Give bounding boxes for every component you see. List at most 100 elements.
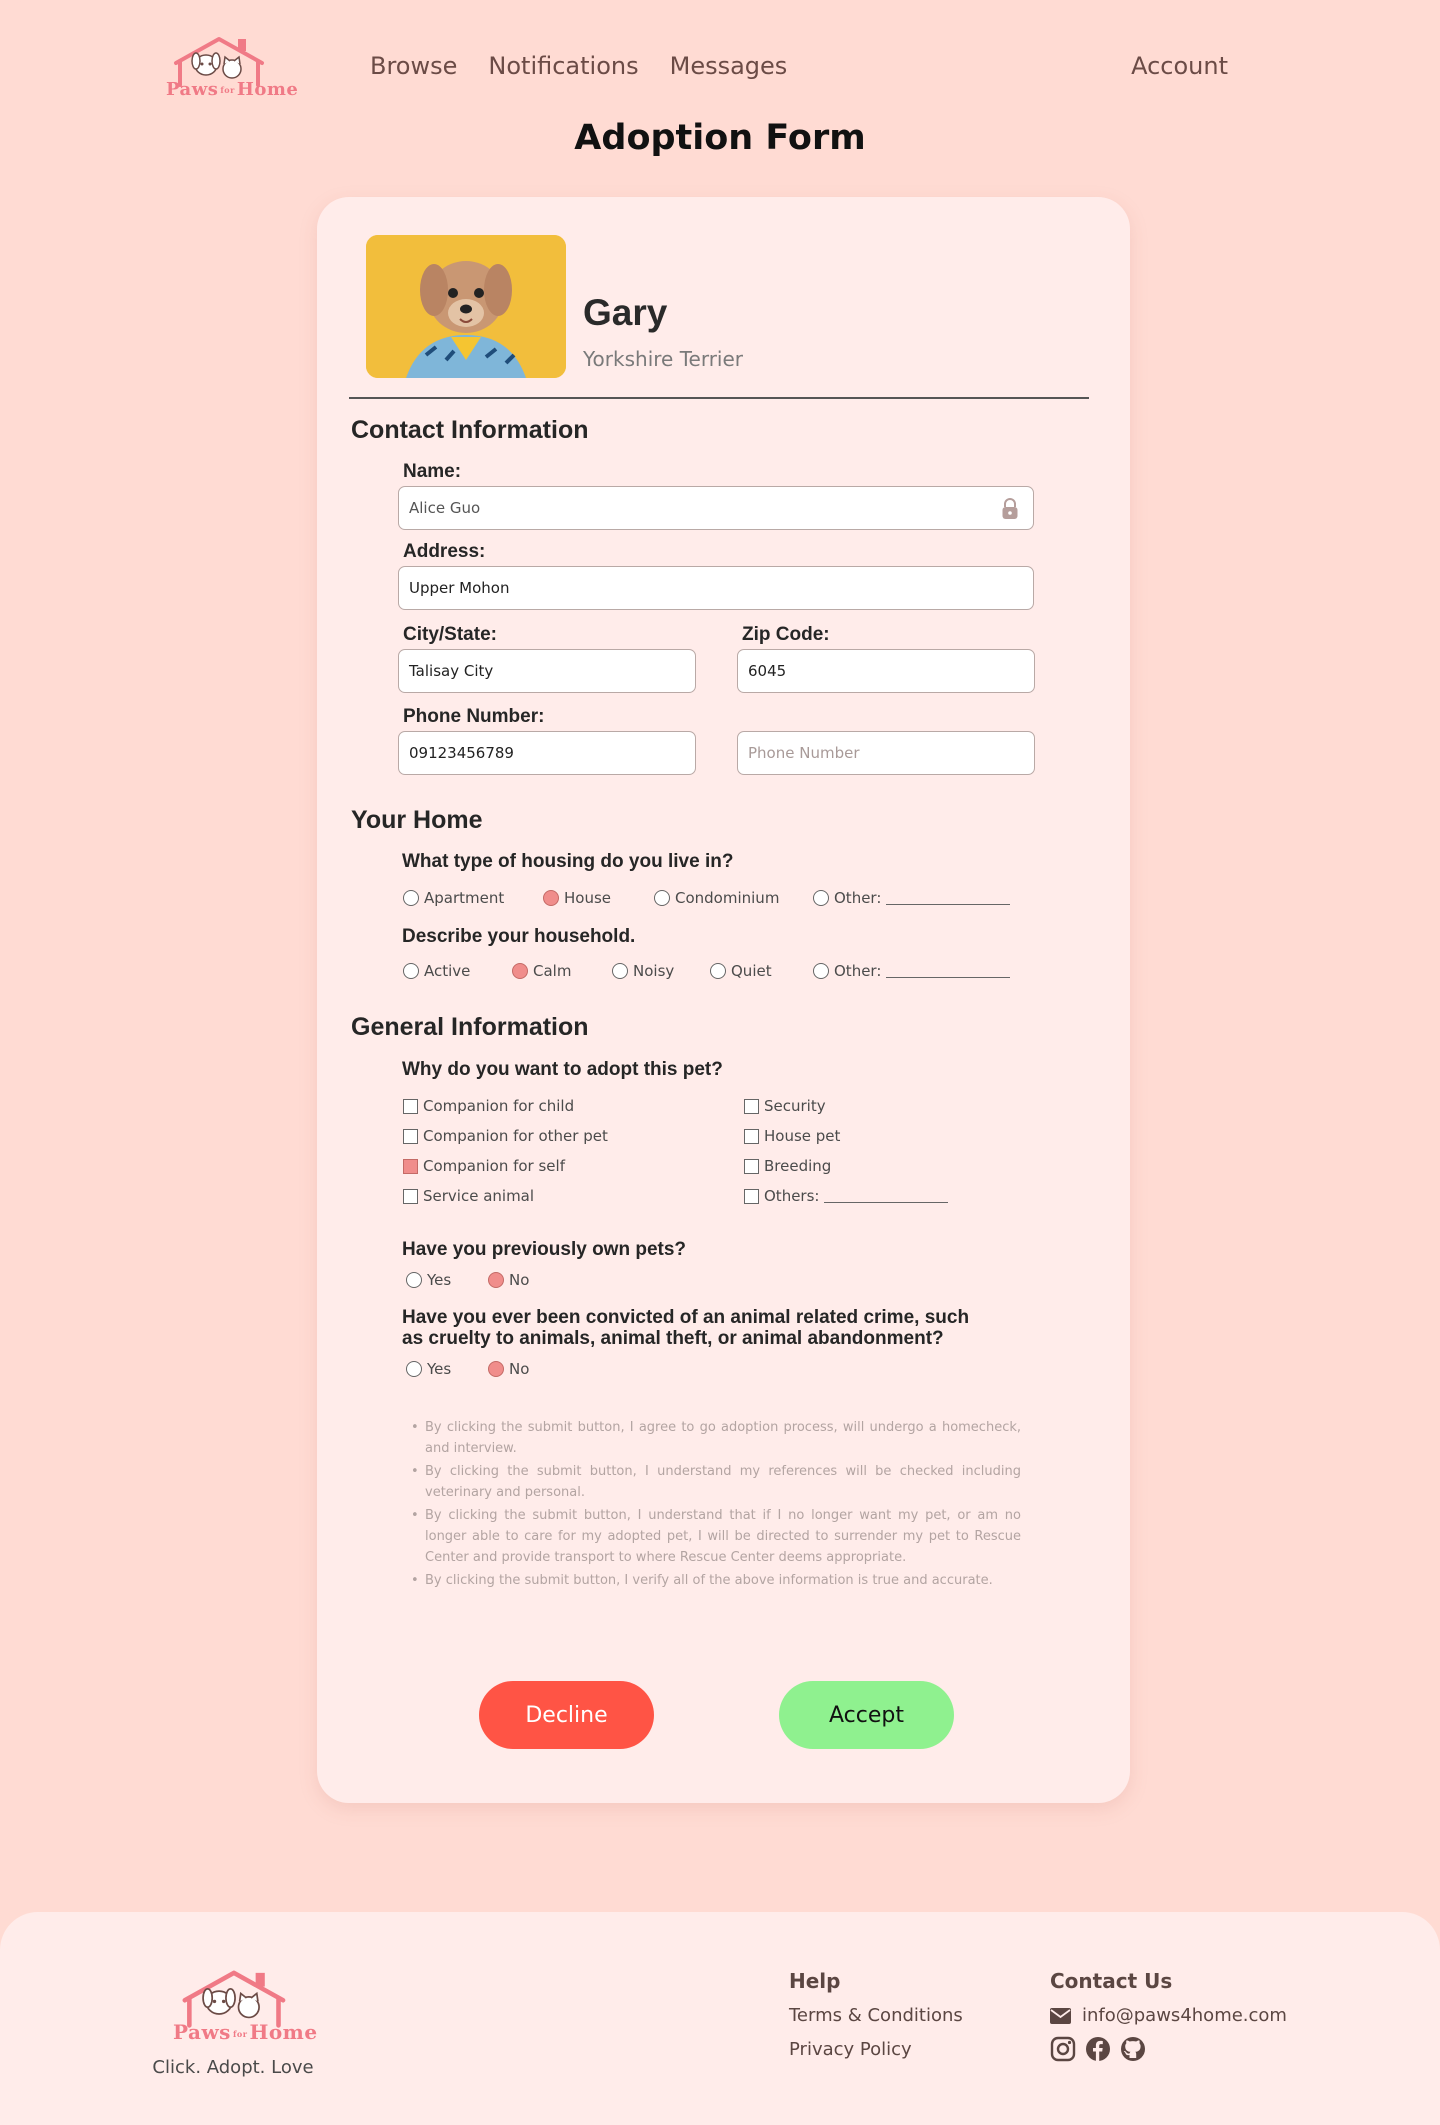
- crime-question: Have you ever been convicted of an anima…: [402, 1307, 969, 1349]
- crime-option-no[interactable]: No: [488, 1360, 529, 1378]
- option-label: Condominium: [675, 889, 780, 907]
- nav-browse[interactable]: Browse: [370, 52, 457, 80]
- contact-email-link[interactable]: info@paws4home.com: [1082, 2005, 1287, 2026]
- housing-option-condominium[interactable]: Condominium: [654, 889, 779, 907]
- section-your-home: Your Home: [351, 806, 483, 834]
- phone-field[interactable]: 09123456789: [398, 731, 696, 775]
- zip-label: Zip Code:: [742, 624, 830, 645]
- lock-icon: [1002, 498, 1018, 519]
- brand-name-left: Paws: [173, 2020, 231, 2044]
- reason-house-pet[interactable]: House pet: [744, 1127, 840, 1145]
- terms-conditions-link[interactable]: Terms & Conditions: [789, 2005, 963, 2026]
- privacy-policy-link[interactable]: Privacy Policy: [789, 2039, 912, 2060]
- terms-item: By clicking the submit button, I verify …: [411, 1570, 1021, 1591]
- housing-option-house[interactable]: House: [543, 889, 611, 907]
- reason-companion-child[interactable]: Companion for child: [403, 1097, 574, 1115]
- brand-tagline: Click. Adopt. Love: [152, 2057, 314, 2078]
- household-option-other[interactable]: Other:: [813, 962, 1011, 980]
- accept-button[interactable]: Accept: [779, 1681, 954, 1749]
- option-label: Security: [764, 1097, 826, 1115]
- header-logo[interactable]: Paws for Home: [166, 33, 298, 103]
- crime-question-line1: Have you ever been convicted of an anima…: [402, 1307, 970, 1328]
- reason-security[interactable]: Security: [744, 1097, 826, 1115]
- housing-option-apartment[interactable]: Apartment: [403, 889, 504, 907]
- option-label: House: [564, 889, 612, 907]
- divider: [349, 397, 1089, 399]
- footer-logo[interactable]: Paws for Home: [173, 1966, 317, 2046]
- owned-option-no[interactable]: No: [488, 1271, 529, 1289]
- nav-messages[interactable]: Messages: [670, 52, 788, 80]
- radio-icon: [403, 890, 419, 906]
- crime-option-yes[interactable]: Yes: [406, 1360, 451, 1378]
- radio-selected-icon: [543, 890, 559, 906]
- option-label: Companion for child: [423, 1097, 575, 1115]
- housing-option-other[interactable]: Other:: [813, 889, 1011, 907]
- other-blank-line[interactable]: [886, 891, 1011, 905]
- radio-selected-icon: [512, 963, 528, 979]
- reason-breeding[interactable]: Breeding: [744, 1157, 831, 1175]
- radio-icon: [406, 1361, 422, 1377]
- decline-button[interactable]: Decline: [479, 1681, 654, 1749]
- main-nav: Browse Notifications Messages: [370, 52, 787, 80]
- reason-service-animal[interactable]: Service animal: [403, 1187, 534, 1205]
- checkbox-icon: [744, 1158, 759, 1174]
- reason-companion-other-pet[interactable]: Companion for other pet: [403, 1127, 608, 1145]
- name-field[interactable]: Alice Guo: [398, 486, 1034, 530]
- option-label: Other:: [834, 889, 882, 907]
- nav-account[interactable]: Account: [1131, 52, 1228, 80]
- option-label: Active: [424, 962, 471, 980]
- option-label: Others:: [764, 1187, 820, 1205]
- option-label: Noisy: [633, 962, 675, 980]
- checkbox-icon: [744, 1098, 759, 1114]
- option-label: No: [509, 1271, 530, 1289]
- phone-field-secondary[interactable]: Phone Number: [737, 731, 1035, 775]
- option-label: Breeding: [764, 1157, 832, 1175]
- zip-field[interactable]: 6045: [737, 649, 1035, 693]
- section-general-information: General Information: [351, 1013, 589, 1041]
- github-icon[interactable]: [1120, 2036, 1146, 2062]
- address-label: Address:: [403, 541, 486, 562]
- footer-help-title: Help: [789, 1969, 841, 1993]
- radio-icon: [813, 963, 829, 979]
- option-label: No: [509, 1360, 530, 1378]
- option-label: Companion for other pet: [423, 1127, 608, 1145]
- page-title: Adoption Form: [574, 118, 866, 158]
- household-option-noisy[interactable]: Noisy: [612, 962, 674, 980]
- address-field[interactable]: Upper Mohon: [398, 566, 1034, 610]
- dog-photo-image: [366, 235, 566, 378]
- reason-others[interactable]: Others:: [744, 1187, 949, 1205]
- terms-list: By clicking the submit button, I agree t…: [411, 1417, 1021, 1593]
- checkbox-icon: [744, 1128, 759, 1144]
- household-option-calm[interactable]: Calm: [512, 962, 571, 980]
- footer: Paws for Home Click. Adopt. Love Help Term…: [0, 1912, 1440, 2125]
- nav-notifications[interactable]: Notifications: [488, 52, 638, 80]
- why-adopt-question: Why do you want to adopt this pet?: [402, 1059, 723, 1080]
- option-label: Apartment: [424, 889, 505, 907]
- footer-contact-title: Contact Us: [1050, 1969, 1173, 1993]
- radio-selected-icon: [488, 1272, 504, 1288]
- housing-question: What type of housing do you live in?: [402, 851, 734, 872]
- section-contact-information: Contact Information: [351, 416, 589, 444]
- facebook-icon[interactable]: [1085, 2036, 1111, 2062]
- other-blank-line[interactable]: [824, 1189, 949, 1203]
- other-blank-line[interactable]: [886, 964, 1011, 978]
- household-option-active[interactable]: Active: [403, 962, 470, 980]
- owned-option-yes[interactable]: Yes: [406, 1271, 451, 1289]
- instagram-icon[interactable]: [1050, 2036, 1076, 2062]
- radio-icon: [612, 963, 628, 979]
- household-option-quiet[interactable]: Quiet: [710, 962, 772, 980]
- brand-name-small: for: [220, 85, 235, 95]
- option-label: House pet: [764, 1127, 841, 1145]
- terms-item: By clicking the submit button, I underst…: [411, 1461, 1021, 1503]
- option-label: Companion for self: [423, 1157, 565, 1175]
- radio-selected-icon: [488, 1361, 504, 1377]
- radio-icon: [654, 890, 670, 906]
- checkbox-checked-icon: [403, 1158, 418, 1174]
- pet-name: Gary: [583, 292, 668, 333]
- crime-question-line2: as cruelty to animals, animal theft, or …: [402, 1328, 944, 1349]
- radio-icon: [813, 890, 829, 906]
- pet-breed: Yorkshire Terrier: [583, 347, 743, 371]
- option-label: Yes: [427, 1271, 452, 1289]
- reason-companion-self[interactable]: Companion for self: [403, 1157, 565, 1175]
- city-field[interactable]: Talisay City: [398, 649, 696, 693]
